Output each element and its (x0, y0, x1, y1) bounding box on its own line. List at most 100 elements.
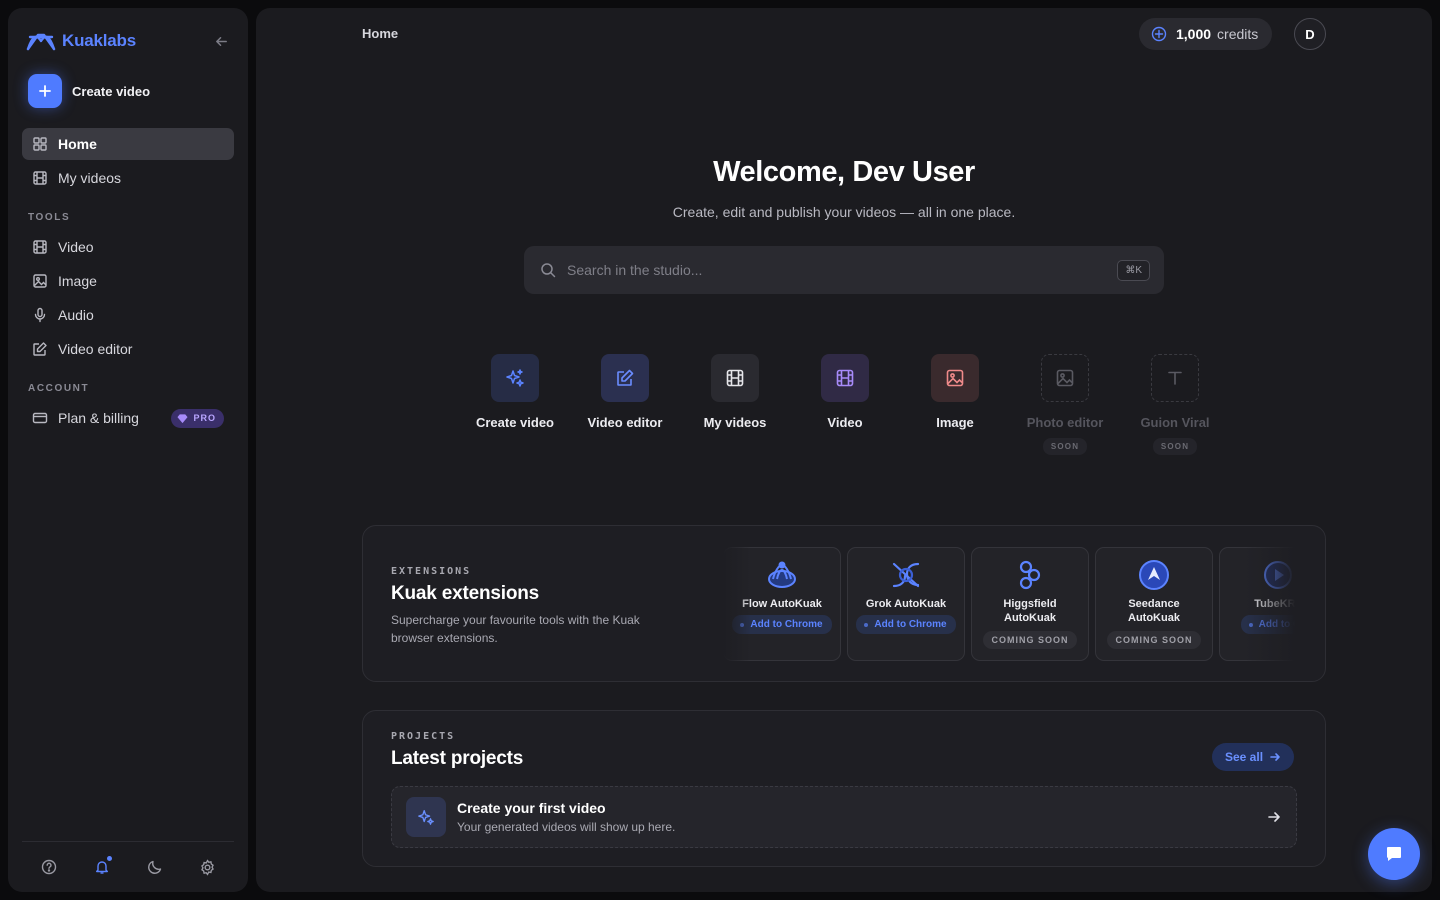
see-all-label: See all (1225, 750, 1264, 764)
see-all-button[interactable]: See all (1212, 743, 1295, 771)
extensions-title: Kuak extensions (391, 583, 539, 604)
sidebar-item-plan-billing[interactable]: Plan & billing PRO (22, 402, 234, 434)
sidebar-nav: Home My videos TOOLS Video Image Audio V… (22, 128, 234, 434)
pro-badge: PRO (171, 408, 224, 428)
sidebar-item-video[interactable]: Video (22, 231, 234, 263)
quick-tool-label: My videos (703, 415, 767, 430)
extensions-description: Supercharge your favourite tools with th… (391, 613, 640, 645)
search-bar[interactable]: ⌘K (524, 246, 1164, 294)
settings-icon[interactable] (197, 856, 219, 878)
credits-pill[interactable]: 1,000 credits (1139, 18, 1273, 50)
arrow-right-icon (1270, 753, 1280, 761)
chat-button[interactable] (1368, 828, 1420, 880)
extension-item-tubekra[interactable]: TubeKRa Add to Ch (1219, 547, 1295, 661)
credit-card-icon (32, 412, 48, 424)
quick-tool-label: Video editor (587, 415, 663, 430)
plus-icon (28, 74, 62, 108)
sidebar-item-label: Video editor (58, 341, 133, 357)
coming-soon-badge: COMING SOON (1107, 631, 1201, 649)
quick-tool-create-video[interactable]: Create video (460, 354, 570, 455)
image-icon (1041, 354, 1089, 402)
projects-card: PROJECTS Latest projects See all Create … (362, 710, 1326, 867)
bell-icon[interactable] (91, 856, 113, 878)
extension-name: Flow AutoKuak (742, 598, 822, 610)
edit-icon (33, 342, 47, 356)
higgsfield-logo-icon (1019, 560, 1041, 590)
empty-state-title: Create your first video (457, 800, 606, 816)
extension-item-grok[interactable]: Grok AutoKuak Add to Chrome (847, 547, 965, 661)
extension-item-seedance: Seedance AutoKuak COMING SOON (1095, 547, 1213, 661)
microphone-icon (34, 307, 46, 323)
image-icon (33, 274, 47, 288)
quick-tool-label: Guion Viral (1140, 415, 1210, 430)
kuaklabs-logo-icon (26, 33, 56, 51)
search-shortcut: ⌘K (1117, 259, 1150, 281)
edit-icon (601, 354, 649, 402)
film-icon (711, 354, 759, 402)
extension-item-higgsfield: Higgsfield AutoKuak COMING SOON (971, 547, 1089, 661)
arrow-right-icon (1268, 812, 1280, 822)
sidebar: Kuaklabs Create video Home My videos TOO… (8, 8, 248, 892)
sidebar-item-image[interactable]: Image (22, 265, 234, 297)
quick-tool-video-editor[interactable]: Video editor (570, 354, 680, 455)
sidebar-item-label: Plan & billing (58, 410, 139, 426)
add-to-chrome-label: Add to Ch (1258, 619, 1295, 630)
grok-logo-icon (892, 562, 920, 588)
add-to-chrome-label: Add to Chrome (750, 619, 823, 630)
avatar[interactable]: D (1294, 18, 1326, 50)
film-icon (33, 240, 47, 254)
help-icon[interactable] (38, 856, 60, 878)
add-to-chrome-button[interactable]: Add to Chrome (732, 615, 832, 634)
sidebar-item-label: My videos (58, 170, 122, 186)
page-subtitle: Create, edit and publish your videos — a… (672, 204, 1016, 220)
quick-tool-label: Create video (475, 415, 555, 430)
account-heading: ACCOUNT (28, 383, 90, 394)
extensions-carousel[interactable]: Flow AutoKuak Add to Chrome Grok AutoKua… (723, 547, 1295, 661)
pro-badge-label: PRO (193, 413, 216, 423)
quick-tool-label: Photo editor (1026, 415, 1104, 430)
empty-state-text: Create your first video Your generated v… (457, 800, 675, 834)
notification-dot (106, 856, 112, 861)
soon-badge: SOON (1042, 438, 1088, 455)
sidebar-item-label: Video (58, 239, 94, 255)
credits-label: credits (1217, 26, 1259, 42)
film-icon (821, 354, 869, 402)
add-to-chrome-button[interactable]: Add to Ch (1240, 615, 1295, 634)
quick-tools: Create video Video editor My videos Vide… (460, 354, 1230, 455)
quick-tool-my-videos[interactable]: My videos (680, 354, 790, 455)
create-first-video-card[interactable]: Create your first video Your generated v… (391, 786, 1297, 848)
extensions-card: EXTENSIONS Kuak extensions Supercharge y… (362, 525, 1326, 682)
collapse-sidebar-icon[interactable] (208, 28, 234, 54)
sidebar-item-video-editor[interactable]: Video editor (22, 333, 234, 365)
search-icon (541, 263, 556, 278)
sidebar-item-audio[interactable]: Audio (22, 299, 234, 331)
quick-tool-guion-viral: Guion Viral SOON (1120, 354, 1230, 455)
chat-icon (1387, 847, 1401, 861)
sidebar-item-home[interactable]: Home (22, 128, 234, 160)
empty-state-subtitle: Your generated videos will show up here. (457, 820, 676, 834)
brand-name: Kuaklabs (62, 31, 136, 50)
quick-tool-photo-editor: Photo editor SOON (1010, 354, 1120, 455)
diamond-icon (177, 413, 189, 423)
seedance-logo-icon (1139, 560, 1169, 590)
soon-badge: SOON (1152, 438, 1198, 455)
brand[interactable]: Kuaklabs (22, 24, 234, 58)
sidebar-item-label: Image (58, 273, 97, 289)
moon-icon[interactable] (144, 856, 166, 878)
create-video-label: Create video (72, 83, 151, 99)
extension-name: Higgsfield AutoKuak (1003, 598, 1057, 624)
extension-name: Seedance AutoKuak (1128, 598, 1180, 624)
search-input[interactable] (567, 262, 1118, 278)
sidebar-item-label: Home (58, 136, 97, 152)
extension-item-flow[interactable]: Flow AutoKuak Add to Chrome (723, 547, 841, 661)
quick-tool-video[interactable]: Video (790, 354, 900, 455)
sidebar-item-my-videos[interactable]: My videos (22, 162, 234, 194)
create-video-button[interactable]: Create video (22, 74, 234, 108)
extensions-eyebrow: EXTENSIONS (391, 566, 472, 577)
extension-name: TubeKRa (1254, 598, 1295, 610)
breadcrumb[interactable]: Home (362, 26, 398, 41)
quick-tool-label: Image (936, 415, 974, 430)
quick-tool-image[interactable]: Image (900, 354, 1010, 455)
add-to-chrome-button[interactable]: Add to Chrome (856, 615, 956, 634)
sidebar-item-label: Audio (58, 307, 94, 323)
